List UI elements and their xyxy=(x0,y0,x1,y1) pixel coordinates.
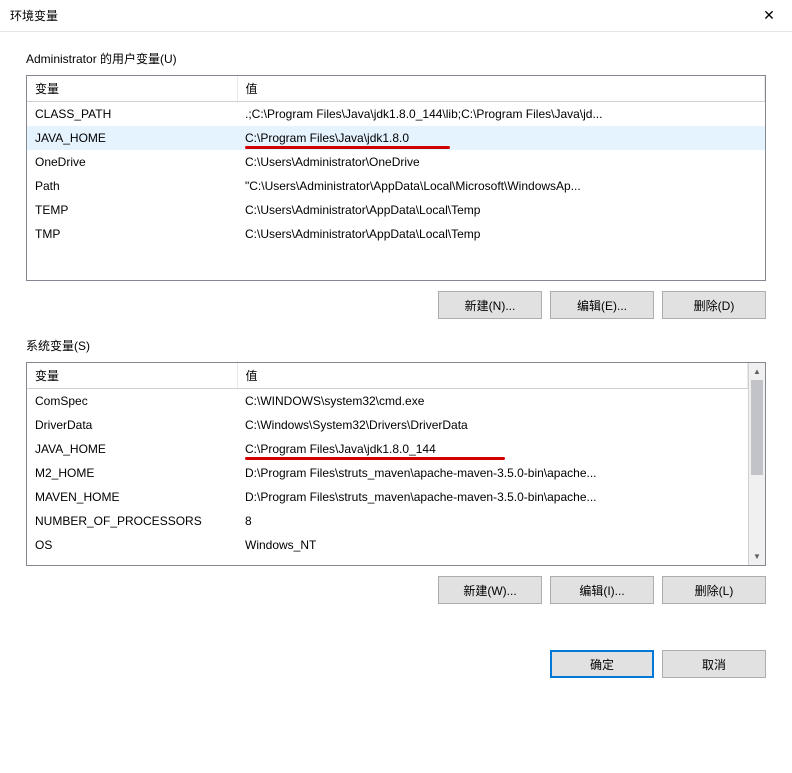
close-icon: ✕ xyxy=(763,7,775,24)
system-vars-label: 系统变量(S) xyxy=(26,337,766,354)
user-col-value[interactable]: 值 xyxy=(237,76,765,102)
user-val-cell: .;C:\Program Files\Java\jdk1.8.0_144\lib… xyxy=(237,102,765,126)
user-new-button[interactable]: 新建(N)... xyxy=(438,291,542,319)
user-var-cell: JAVA_HOME xyxy=(27,126,237,150)
user-vars-table-wrap: 变量 值 CLASS_PATH.;C:\Program Files\Java\j… xyxy=(26,75,766,281)
scroll-down-icon[interactable]: ▼ xyxy=(749,548,765,565)
user-var-cell: CLASS_PATH xyxy=(27,102,237,126)
table-row[interactable]: ComSpecC:\WINDOWS\system32\cmd.exe xyxy=(27,389,748,413)
table-row[interactable]: TEMPC:\Users\Administrator\AppData\Local… xyxy=(27,198,765,222)
dialog-footer: 确定 取消 xyxy=(0,636,792,678)
user-val-cell: C:\Users\Administrator\AppData\Local\Tem… xyxy=(237,198,765,222)
table-row[interactable]: DriverDataC:\Windows\System32\Drivers\Dr… xyxy=(27,413,748,437)
table-row[interactable]: OneDriveC:\Users\Administrator\OneDrive xyxy=(27,150,765,174)
user-delete-button[interactable]: 删除(D) xyxy=(662,291,766,319)
system-vars-section: 系统变量(S) 变量 值 ComSpecC:\WINDOWS\system32\… xyxy=(26,337,766,604)
sys-var-cell: DriverData xyxy=(27,413,237,437)
table-row[interactable]: MAVEN_HOMED:\Program Files\struts_maven\… xyxy=(27,485,748,509)
user-vars-label: Administrator 的用户变量(U) xyxy=(26,50,766,67)
sys-var-cell: MAVEN_HOME xyxy=(27,485,237,509)
user-val-cell: C:\Users\Administrator\AppData\Local\Tem… xyxy=(237,222,765,246)
sys-var-cell: ComSpec xyxy=(27,389,237,413)
sys-var-cell: JAVA_HOME xyxy=(27,437,237,461)
titlebar: 环境变量 ✕ xyxy=(0,0,792,32)
sys-val-cell: C:\Windows\System32\Drivers\DriverData xyxy=(237,413,748,437)
table-row[interactable]: Path"C:\Users\Administrator\AppData\Loca… xyxy=(27,174,765,198)
table-row[interactable]: JAVA_HOMEC:\Program Files\Java\jdk1.8.0_… xyxy=(27,437,748,461)
user-val-cell: "C:\Users\Administrator\AppData\Local\Mi… xyxy=(237,174,765,198)
table-row[interactable]: TMPC:\Users\Administrator\AppData\Local\… xyxy=(27,222,765,246)
system-vars-table[interactable]: 变量 值 ComSpecC:\WINDOWS\system32\cmd.exeD… xyxy=(27,363,748,557)
scroll-thumb[interactable] xyxy=(751,380,763,475)
window-title: 环境变量 xyxy=(10,7,58,24)
sys-var-cell: NUMBER_OF_PROCESSORS xyxy=(27,509,237,533)
sys-edit-button[interactable]: 编辑(I)... xyxy=(550,576,654,604)
user-var-cell: OneDrive xyxy=(27,150,237,174)
table-row[interactable]: JAVA_HOMEC:\Program Files\Java\jdk1.8.0 xyxy=(27,126,765,150)
dialog-content: Administrator 的用户变量(U) 变量 值 CLASS_PATH.;… xyxy=(0,32,792,636)
sys-val-cell: C:\WINDOWS\system32\cmd.exe xyxy=(237,389,748,413)
user-edit-button[interactable]: 编辑(E)... xyxy=(550,291,654,319)
close-button[interactable]: ✕ xyxy=(746,0,792,32)
sys-val-cell: D:\Program Files\struts_maven\apache-mav… xyxy=(237,485,748,509)
user-val-cell: C:\Users\Administrator\OneDrive xyxy=(237,150,765,174)
system-scrollbar[interactable]: ▲ ▼ xyxy=(748,363,765,565)
user-var-cell: TEMP xyxy=(27,198,237,222)
sys-val-cell: C:\Program Files\Java\jdk1.8.0_144 xyxy=(237,437,748,461)
scroll-track[interactable] xyxy=(749,380,765,548)
user-vars-section: Administrator 的用户变量(U) 变量 值 CLASS_PATH.;… xyxy=(26,50,766,319)
sys-col-value[interactable]: 值 xyxy=(237,363,748,389)
user-vars-table[interactable]: 变量 值 CLASS_PATH.;C:\Program Files\Java\j… xyxy=(27,76,765,246)
table-row[interactable]: CLASS_PATH.;C:\Program Files\Java\jdk1.8… xyxy=(27,102,765,126)
user-col-variable[interactable]: 变量 xyxy=(27,76,237,102)
ok-button[interactable]: 确定 xyxy=(550,650,654,678)
table-row[interactable]: M2_HOMED:\Program Files\struts_maven\apa… xyxy=(27,461,748,485)
table-row[interactable]: NUMBER_OF_PROCESSORS8 xyxy=(27,509,748,533)
red-underline-annotation xyxy=(245,146,450,149)
sys-col-variable[interactable]: 变量 xyxy=(27,363,237,389)
user-var-cell: Path xyxy=(27,174,237,198)
system-vars-buttons: 新建(W)... 编辑(I)... 删除(L) xyxy=(26,576,766,604)
sys-val-cell: Windows_NT xyxy=(237,533,748,557)
sys-val-cell: 8 xyxy=(237,509,748,533)
cancel-button[interactable]: 取消 xyxy=(662,650,766,678)
table-row[interactable]: OSWindows_NT xyxy=(27,533,748,557)
scroll-up-icon[interactable]: ▲ xyxy=(749,363,765,380)
user-val-cell: C:\Program Files\Java\jdk1.8.0 xyxy=(237,126,765,150)
system-vars-table-wrap: 变量 值 ComSpecC:\WINDOWS\system32\cmd.exeD… xyxy=(26,362,766,566)
red-underline-annotation xyxy=(245,457,505,460)
sys-var-cell: M2_HOME xyxy=(27,461,237,485)
sys-new-button[interactable]: 新建(W)... xyxy=(438,576,542,604)
sys-val-cell: D:\Program Files\struts_maven\apache-mav… xyxy=(237,461,748,485)
user-vars-buttons: 新建(N)... 编辑(E)... 删除(D) xyxy=(26,291,766,319)
sys-var-cell: OS xyxy=(27,533,237,557)
user-var-cell: TMP xyxy=(27,222,237,246)
sys-delete-button[interactable]: 删除(L) xyxy=(662,576,766,604)
